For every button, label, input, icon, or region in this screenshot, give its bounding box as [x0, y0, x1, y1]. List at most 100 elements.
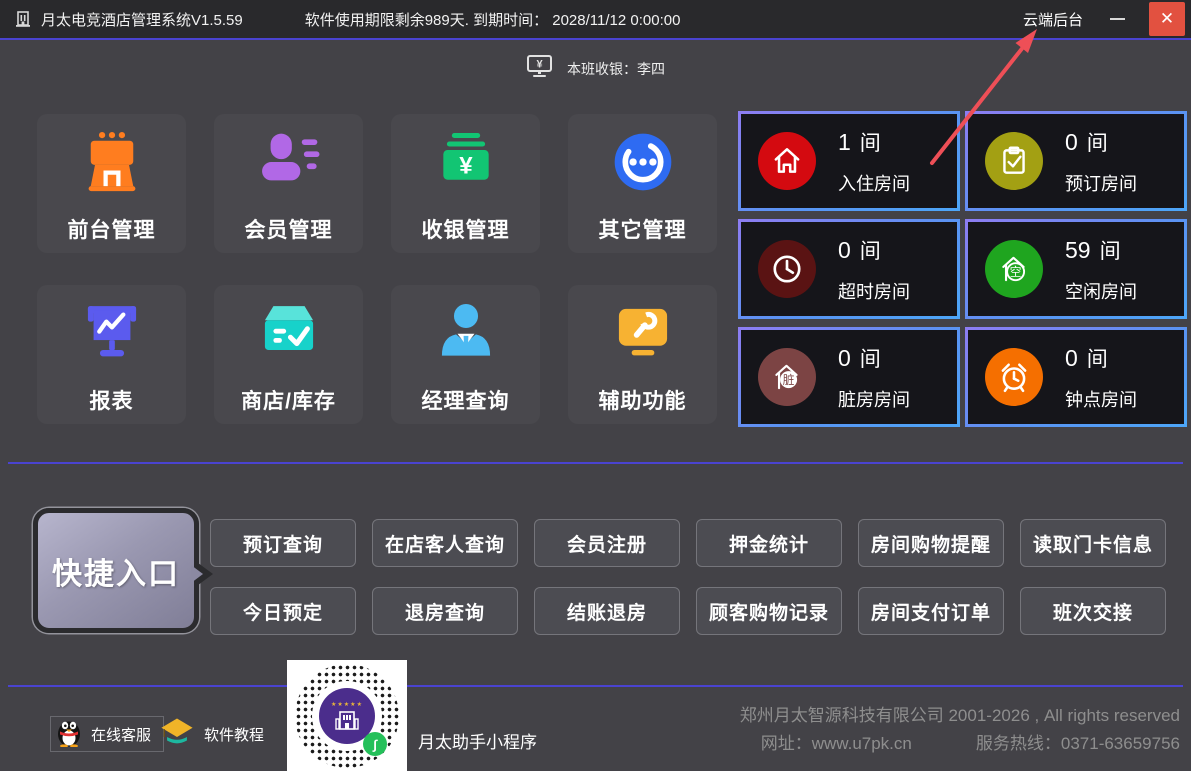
storefront-icon: [78, 128, 146, 201]
room-unit: 间: [860, 240, 881, 263]
quick-button-in-house-guest-query[interactable]: 在店客人查询: [372, 519, 518, 567]
tile-occupied-rooms[interactable]: 1间 入住房间: [738, 111, 960, 211]
room-status-grid: 1间 入住房间 0间 预订房间: [738, 111, 1187, 427]
close-button[interactable]: ✕: [1149, 2, 1185, 36]
license-info: 软件使用期限剩余989天. 到期时间： 2028/11/12 0:00:00: [305, 9, 681, 30]
mini-program-label: 月太助手小程序: [418, 728, 537, 753]
tile-vacant-rooms[interactable]: 空 59 间 空闲房间: [965, 219, 1187, 319]
room-unit: 间: [1100, 240, 1121, 263]
graduation-cap-icon: [160, 717, 194, 752]
tile-dirty-rooms[interactable]: 脏 0间 脏房房间: [738, 327, 960, 427]
website-label: 网址：: [761, 734, 812, 753]
cashier-label: 本班收银：李四: [567, 59, 665, 79]
svg-text:¥: ¥: [459, 152, 473, 179]
quick-button-shift-handover[interactable]: 班次交接: [1020, 587, 1166, 635]
tile-overtime-rooms[interactable]: 0间 超时房间: [738, 219, 960, 319]
main-button-label: 收银管理: [422, 214, 510, 244]
wrench-monitor-icon: [609, 299, 677, 372]
mini-program-qr-code: ★★★★★ ∫: [287, 660, 407, 771]
quick-buttons-grid: 预订查询 在店客人查询 会员注册 押金统计 房间购物提醒 读取门卡信息 今日预定…: [210, 519, 1166, 635]
title-bar: 月太电竞酒店管理系统V1.5.59 软件使用期限剩余989天. 到期时间： 20…: [0, 0, 1191, 40]
main-button-front-desk[interactable]: 前台管理: [37, 114, 186, 253]
room-unit: 间: [1087, 132, 1108, 155]
main-button-label: 辅助功能: [599, 385, 687, 415]
tutorial-button[interactable]: 软件教程: [160, 716, 264, 752]
report-board-icon: [78, 299, 146, 372]
quick-button-today-reservations[interactable]: 今日预定: [210, 587, 356, 635]
cloud-backend-link[interactable]: 云端后台: [1023, 9, 1083, 30]
tile-hourly-rooms[interactable]: 0间 钟点房间: [965, 327, 1187, 427]
wechat-logo-icon: ∫: [363, 732, 387, 756]
online-service-button[interactable]: 在线客服: [50, 716, 164, 752]
svg-text:¥: ¥: [536, 59, 543, 71]
room-unit: 间: [860, 348, 881, 371]
main-button-label: 其它管理: [599, 214, 687, 244]
hotline-label: 服务热线：: [976, 734, 1061, 753]
room-count: 0: [1065, 345, 1078, 371]
main-button-label: 商店/库存: [241, 385, 336, 415]
dirty-house-icon: 脏: [758, 348, 816, 406]
app-title: 月太电竞酒店管理系统V1.5.59: [41, 9, 243, 30]
main-button-label: 报表: [90, 385, 134, 415]
quick-entry-title: 快捷入口: [52, 549, 180, 593]
quick-button-settle-checkout[interactable]: 结账退房: [534, 587, 680, 635]
vacant-house-icon: 空: [985, 240, 1043, 298]
room-unit: 间: [860, 132, 881, 155]
cashier-monitor-icon: ¥: [526, 54, 553, 84]
room-count: 0: [838, 237, 851, 263]
main-button-aux-functions[interactable]: 辅助功能: [568, 285, 717, 424]
main-button-reports[interactable]: 报表: [37, 285, 186, 424]
minimize-icon: [1110, 18, 1125, 20]
cash-icon: ¥: [432, 128, 500, 201]
quick-button-reservation-query[interactable]: 预订查询: [210, 519, 356, 567]
divider: [8, 462, 1183, 464]
quick-button-customer-purchase-records[interactable]: 顾客购物记录: [696, 587, 842, 635]
tile-label: 空闲房间: [1065, 278, 1137, 304]
company-info: 郑州月太智源科技有限公司 2001-2026 , All rights rese…: [740, 702, 1180, 758]
member-icon: [255, 128, 323, 201]
quick-button-member-register[interactable]: 会员注册: [534, 519, 680, 567]
clipboard-icon: [985, 132, 1043, 190]
room-count: 0: [1065, 129, 1078, 155]
quick-button-read-door-card[interactable]: 读取门卡信息: [1020, 519, 1166, 567]
main-button-store-stock[interactable]: 商店/库存: [214, 285, 363, 424]
tile-reserved-rooms[interactable]: 0间 预订房间: [965, 111, 1187, 211]
website-url: www.u7pk.cn: [812, 734, 912, 753]
room-count: 0: [838, 345, 851, 371]
close-icon: ✕: [1160, 9, 1174, 29]
svg-text:空: 空: [1010, 265, 1022, 279]
cashier-row: ¥ 本班收银：李四: [0, 54, 1191, 84]
qq-penguin-icon: [56, 717, 82, 752]
quick-button-deposit-stats[interactable]: 押金统计: [696, 519, 842, 567]
quick-button-room-shopping-reminder[interactable]: 房间购物提醒: [858, 519, 1004, 567]
main-button-manager-query[interactable]: 经理查询: [391, 285, 540, 424]
main-button-cashier[interactable]: ¥ 收银管理: [391, 114, 540, 253]
room-unit: 间: [1087, 348, 1108, 371]
hotline-number: 0371-63659756: [1061, 734, 1180, 753]
tile-label: 超时房间: [838, 278, 910, 304]
room-count: 1: [838, 129, 851, 155]
online-service-label: 在线客服: [91, 724, 151, 745]
main-menu-grid: 前台管理 会员管理 ¥: [37, 114, 717, 424]
quick-entry-badge: 快捷入口: [33, 508, 199, 633]
copyright-line: 郑州月太智源科技有限公司 2001-2026 , All rights rese…: [740, 702, 1180, 730]
clock-icon: [758, 240, 816, 298]
minimize-button[interactable]: [1095, 2, 1139, 36]
main-button-label: 经理查询: [422, 385, 510, 415]
svg-text:脏: 脏: [783, 373, 795, 387]
quick-button-checkout-query[interactable]: 退房查询: [372, 587, 518, 635]
quick-button-room-payment-orders[interactable]: 房间支付订单: [858, 587, 1004, 635]
main-button-label: 前台管理: [68, 214, 156, 244]
store-box-icon: [255, 299, 323, 372]
alarm-clock-icon: [985, 348, 1043, 406]
divider: [8, 685, 1183, 687]
main-button-label: 会员管理: [245, 214, 333, 244]
main-button-other[interactable]: 其它管理: [568, 114, 717, 253]
main-button-members[interactable]: 会员管理: [214, 114, 363, 253]
tutorial-label: 软件教程: [204, 724, 264, 745]
app-logo-building-icon: [14, 10, 32, 28]
tile-label: 预订房间: [1065, 170, 1137, 196]
tile-label: 脏房房间: [838, 386, 910, 412]
room-count: 59: [1065, 237, 1091, 263]
tile-label: 入住房间: [838, 170, 910, 196]
